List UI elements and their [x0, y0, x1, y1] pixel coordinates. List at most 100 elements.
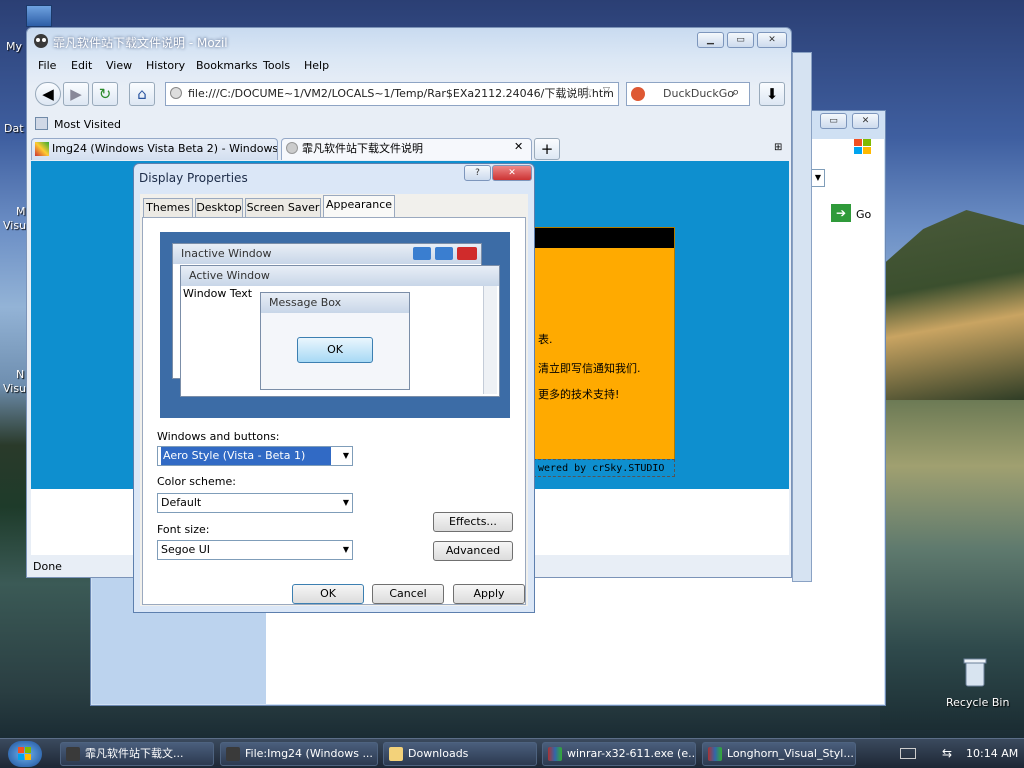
preview-ok-button: OK [297, 337, 373, 363]
most-visited-icon [35, 117, 48, 130]
new-tab-button[interactable]: + [534, 138, 560, 160]
cancel-button[interactable]: Cancel [372, 584, 444, 604]
reload-icon[interactable]: ↻ [92, 82, 118, 106]
taskbar-item-img24[interactable]: File:Img24 (Windows ... [220, 742, 378, 766]
menu-view[interactable]: View [106, 59, 132, 72]
tab-close-icon[interactable]: ✕ [514, 140, 523, 153]
chevron-down-icon: ▼ [342, 451, 349, 460]
effects-button[interactable]: Effects... [433, 512, 513, 532]
background-maximize-button[interactable]: ▭ [820, 113, 847, 129]
help-button[interactable]: ? [464, 165, 491, 181]
status-text: Done [33, 560, 62, 573]
desktop-icon-label-1: My [6, 40, 23, 53]
preview-window-text: Window Text [183, 287, 253, 300]
forward-arrow-icon[interactable]: ▶ [63, 82, 89, 106]
search-placeholder: DuckDuckGo [663, 87, 734, 100]
tab-download-notes-label: 霏凡软件站下载文件说明 [302, 142, 423, 155]
tab-desktop[interactable]: Desktop [195, 198, 243, 218]
home-icon[interactable]: ⌂ [129, 82, 155, 106]
page-info-icon[interactable] [170, 87, 182, 99]
go-arrow-icon[interactable]: ➔ [831, 204, 851, 222]
taskbar-item-winrar-label: winrar-x32-611.exe (e... [567, 747, 696, 760]
windows-buttons-value: Aero Style (Vista - Beta 1) [161, 447, 331, 465]
download-icon[interactable]: ⬇ [759, 82, 785, 106]
recycle-bin-icon[interactable] [962, 656, 988, 688]
desktop-wallpaper-mountain [880, 210, 1024, 400]
taskbar-item-downloads[interactable]: Downloads [383, 742, 537, 766]
desktop-icon-label-6: Visu [3, 382, 27, 395]
advanced-button[interactable]: Advanced [433, 541, 513, 561]
preview-message-title: Message Box [261, 293, 409, 313]
tab-appearance[interactable]: Appearance [323, 195, 395, 219]
minimize-button[interactable]: ▁ [697, 32, 724, 48]
windows-buttons-label: Windows and buttons: [157, 430, 280, 443]
tab-favicon-icon [35, 142, 49, 156]
font-size-select[interactable]: Segoe UI ▼ [157, 540, 353, 560]
color-scheme-value: Default [161, 496, 202, 509]
folder-icon [389, 747, 403, 761]
windows-buttons-select[interactable]: Aero Style (Vista - Beta 1) ▼ [157, 446, 353, 466]
desktop-wallpaper-lake [880, 400, 1024, 730]
menu-bookmarks[interactable]: Bookmarks [196, 59, 257, 72]
go-label[interactable]: Go [856, 208, 871, 221]
dialog-title: Display Properties [139, 171, 248, 185]
search-icon[interactable]: ⌕ [732, 85, 739, 100]
page-line-2: 清立即写信通知我们. [538, 362, 641, 375]
menu-file[interactable]: File [38, 59, 56, 72]
ok-button[interactable]: OK [292, 584, 364, 604]
clock[interactable]: 10:14 AM [966, 747, 1018, 760]
tab-themes[interactable]: Themes [143, 198, 193, 218]
tab-download-notes[interactable]: 霏凡软件站下载文件说明 [281, 138, 532, 160]
menu-tools[interactable]: Tools [263, 59, 290, 72]
most-visited-bookmark[interactable]: Most Visited [54, 118, 121, 131]
middle-window-edge [792, 52, 812, 582]
color-scheme-select[interactable]: Default ▼ [157, 493, 353, 513]
apply-button[interactable]: Apply [453, 584, 525, 604]
dialog-body: Themes Desktop Screen Saver Appearance I… [140, 194, 528, 606]
recycle-bin-label: Recycle Bin [946, 696, 1010, 709]
close-button[interactable]: ✕ [757, 32, 787, 48]
page-black-header [534, 228, 674, 248]
menu-history[interactable]: History [146, 59, 185, 72]
menu-edit[interactable]: Edit [71, 59, 92, 72]
start-button[interactable] [8, 741, 42, 767]
menu-help[interactable]: Help [304, 59, 329, 72]
bookmark-star-icon[interactable]: ☆ [581, 84, 594, 100]
window-title: 霏凡软件站下载文件说明 - Mozil [53, 36, 228, 50]
taskbar-item-longhorn[interactable]: Longhorn_Visual_Styl... [702, 742, 856, 766]
winrar-icon [708, 747, 722, 761]
tab-list-icon[interactable]: ⊞ [774, 142, 782, 153]
background-close-button[interactable]: ✕ [852, 113, 879, 129]
my-computer-icon[interactable] [26, 5, 52, 27]
back-arrow-icon[interactable]: ◀ [35, 82, 61, 106]
tab-screen-saver[interactable]: Screen Saver [245, 198, 321, 218]
preview-message-box: Message Box OK [260, 292, 410, 390]
network-icon[interactable]: ⇆ [942, 746, 952, 760]
maximize-button[interactable]: ▭ [727, 32, 754, 48]
taskbar: 霏凡软件站下载文... File:Img24 (Windows ... Down… [0, 738, 1024, 768]
page-line-3: 更多的技术支持! [538, 388, 620, 401]
desktop-icon-label-3: M [16, 205, 26, 218]
page-line-1: 表. [538, 333, 553, 346]
firefox-taskbar-icon [66, 747, 80, 761]
taskbar-item-firefox[interactable]: 霏凡软件站下载文... [60, 742, 214, 766]
preview-minimize-icon [413, 247, 431, 260]
appearance-panel: Inactive Window Active Window Window Tex… [142, 217, 526, 605]
display-properties-dialog: Display Properties ? ✕ Themes Desktop Sc… [133, 163, 535, 613]
keyboard-icon[interactable] [900, 748, 916, 759]
app-icon [33, 33, 49, 49]
color-scheme-label: Color scheme: [157, 475, 236, 488]
tab-img24[interactable]: Img24 (Windows Vista Beta 2) - Windows .… [31, 138, 278, 160]
dialog-close-button[interactable]: ✕ [492, 165, 532, 181]
taskbar-item-firefox-label: 霏凡软件站下载文... [85, 747, 184, 760]
preview-maximize-icon [435, 247, 453, 260]
background-address-dropdown[interactable]: ▼ [811, 169, 825, 187]
firefox-taskbar-icon [226, 747, 240, 761]
url-bar[interactable]: file:///C:/DOCUME~1/VM2/LOCALS~1/Temp/Ra… [165, 82, 619, 106]
duckduckgo-icon[interactable] [631, 87, 645, 101]
url-dropdown-icon[interactable]: ▽ [603, 86, 610, 96]
tab-img24-label: Img24 (Windows Vista Beta 2) - Windows .… [52, 142, 278, 155]
chevron-down-icon: ▼ [342, 498, 349, 507]
font-size-value: Segoe UI [161, 543, 211, 556]
taskbar-item-winrar[interactable]: winrar-x32-611.exe (e... [542, 742, 696, 766]
